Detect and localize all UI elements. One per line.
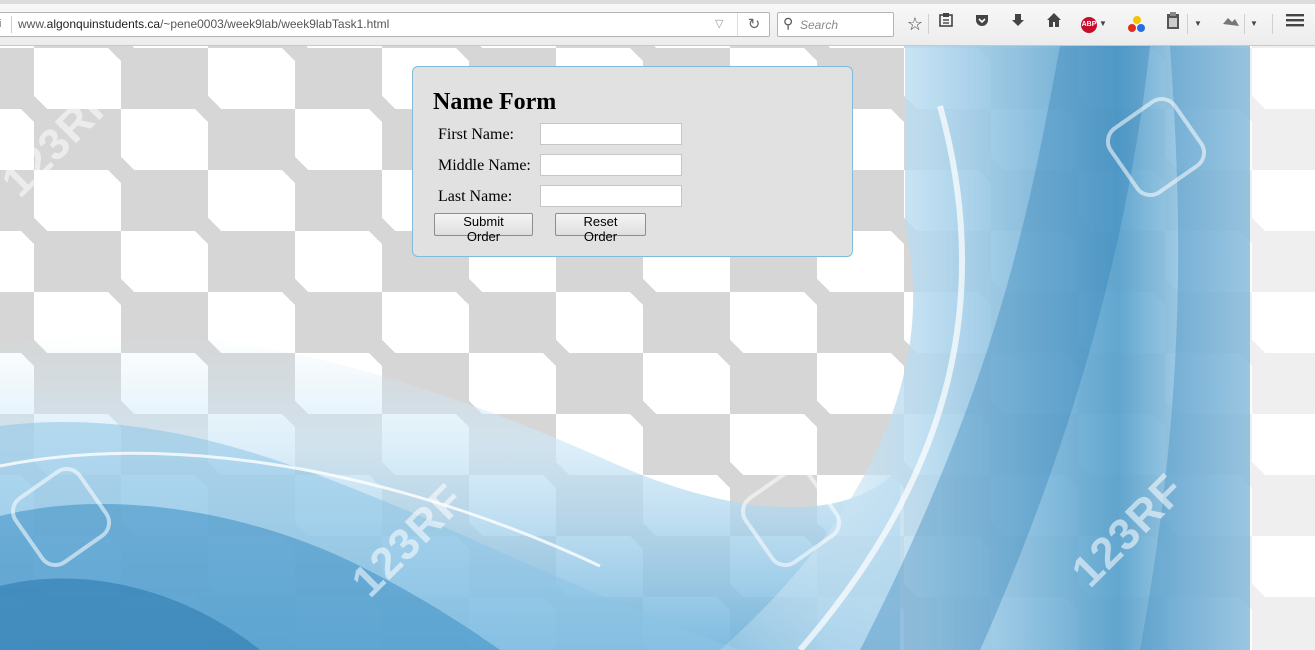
clipboard-icon[interactable]: [1161, 12, 1185, 36]
search-input[interactable]: [800, 16, 888, 33]
toolbar-separator: [1272, 14, 1273, 34]
hamburger-menu-icon[interactable]: [1283, 12, 1307, 36]
extension-icon[interactable]: [1219, 12, 1243, 36]
home-icon[interactable]: [1042, 12, 1066, 36]
url-path: /~pene0003/week9lab/week9labTask1.html: [160, 17, 390, 31]
first-name-field[interactable]: [540, 123, 682, 145]
watermark-badge-icon: [1098, 89, 1214, 205]
search-bar[interactable]: ⚲: [777, 12, 894, 37]
tab-strip-edge: [0, 0, 1315, 4]
url-bar[interactable]: i www.algonquinstudents.ca/~pene0003/wee…: [0, 12, 770, 37]
page-viewport: 123RF 123RF 123RF Name Form First Name: …: [0, 46, 1315, 650]
chevron-down-icon[interactable]: ▼: [1098, 12, 1108, 36]
pocket-icon[interactable]: [970, 12, 994, 36]
watermark-badge-icon: [3, 459, 119, 575]
url-prefix: www.: [18, 17, 47, 31]
name-form: Name Form First Name: Middle Name: Last …: [412, 66, 853, 257]
watermark-badge-icon: [733, 459, 849, 575]
middle-name-field[interactable]: [540, 154, 682, 176]
url-text[interactable]: www.algonquinstudents.ca/~pene0003/week9…: [18, 17, 389, 31]
watermark-text: 123RF: [0, 74, 124, 207]
adblock-plus-icon[interactable]: ABP: [1081, 17, 1097, 33]
chevron-down-icon[interactable]: ▼: [1190, 12, 1206, 36]
reading-list-icon[interactable]: [934, 12, 958, 36]
form-title: Name Form: [433, 89, 557, 115]
first-name-label: First Name:: [438, 126, 514, 143]
info-icon[interactable]: i: [0, 16, 12, 33]
reset-order-button[interactable]: Reset Order: [555, 213, 646, 244]
bookmark-star-icon[interactable]: ☆: [903, 12, 927, 36]
last-name-label: Last Name:: [438, 188, 513, 205]
toolbar-separator: [928, 14, 929, 34]
toolbar-separator: [1187, 14, 1188, 34]
watermark-text: 123RF: [1062, 464, 1194, 597]
browser-toolbar: i www.algonquinstudents.ca/~pene0003/wee…: [0, 0, 1315, 46]
colorful-dots-icon[interactable]: [1128, 16, 1146, 34]
url-domain: algonquinstudents.ca: [46, 17, 161, 31]
reload-icon[interactable]: ↻: [737, 13, 770, 36]
middle-name-label: Middle Name:: [438, 157, 531, 174]
last-name-field[interactable]: [540, 185, 682, 207]
download-icon[interactable]: [1006, 12, 1030, 36]
watermark-text: 123RF: [342, 474, 474, 607]
toolbar-separator: [1244, 14, 1245, 34]
submit-order-button[interactable]: Submit Order: [434, 213, 533, 244]
search-icon: ⚲: [783, 15, 794, 31]
dropdown-arrow-icon[interactable]: ▽: [715, 17, 723, 30]
chevron-down-icon[interactable]: ▼: [1246, 12, 1262, 36]
